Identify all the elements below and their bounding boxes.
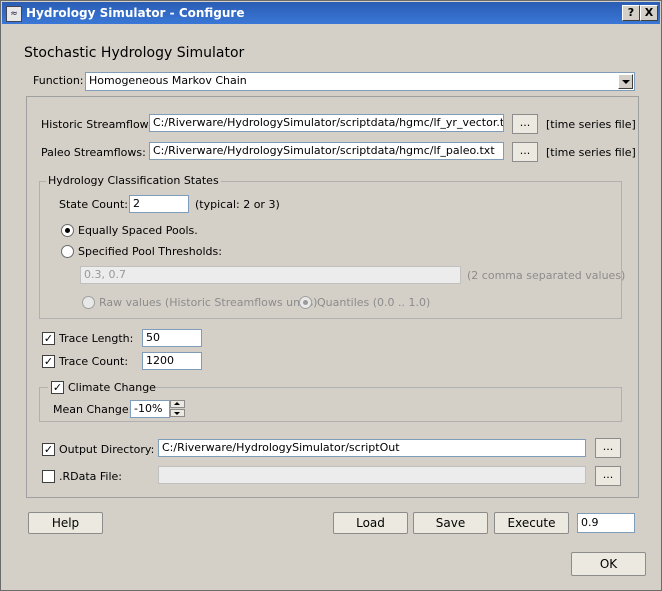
ok-button[interactable]: OK (571, 552, 646, 576)
close-window-button[interactable]: X (640, 5, 658, 21)
output-directory-label: Output Directory: (59, 443, 155, 456)
title-bar[interactable]: ≈ Hydrology Simulator - Configure ? X (2, 2, 660, 24)
help-title-button[interactable]: ? (622, 5, 640, 21)
output-directory-checkbox[interactable]: ✓ (42, 443, 55, 456)
climate-change-checkbox[interactable]: ✓ (51, 381, 64, 394)
mean-change-input[interactable]: -10% (130, 400, 170, 418)
equally-spaced-label: Equally Spaced Pools. (78, 224, 198, 237)
historic-streamflows-input[interactable]: C:/Riverware/HydrologySimulator/scriptda… (149, 114, 504, 132)
historic-hint: [time series file] (546, 118, 636, 131)
specified-thresholds-radio[interactable] (61, 245, 74, 258)
classification-group: Hydrology Classification States State Co… (39, 174, 626, 319)
thresholds-input[interactable]: 0.3, 0.7 (80, 266, 461, 284)
specified-thresholds-label: Specified Pool Thresholds: (78, 245, 222, 258)
classification-group-title: Hydrology Classification States (46, 174, 221, 187)
chevron-down-icon[interactable] (618, 74, 633, 89)
mean-change-label: Mean Change: (53, 403, 133, 416)
trace-length-checkbox[interactable]: ✓ (42, 332, 55, 345)
state-count-input[interactable]: 2 (129, 195, 189, 213)
trace-length-label: Trace Length: (59, 332, 134, 345)
save-button[interactable]: Save (413, 512, 488, 534)
trace-count-checkbox[interactable]: ✓ (42, 355, 55, 368)
equally-spaced-radio[interactable] (61, 224, 74, 237)
function-value: Homogeneous Markov Chain (89, 74, 247, 87)
rdata-label: .RData File: (59, 470, 123, 483)
rdata-browse-button[interactable]: ... (595, 466, 621, 486)
function-select[interactable]: Homogeneous Markov Chain (85, 72, 635, 91)
historic-browse-button[interactable]: ... (512, 114, 538, 134)
thresholds-hint: (2 comma separated values) (467, 269, 626, 282)
quantiles-radio[interactable] (299, 296, 312, 309)
configure-window: ≈ Hydrology Simulator - Configure ? X St… (0, 0, 662, 591)
output-directory-input[interactable]: C:/Riverware/HydrologySimulator/scriptOu… (158, 439, 586, 457)
trace-count-input[interactable]: 1200 (142, 352, 202, 370)
paleo-label: Paleo Streamflows: (41, 146, 146, 159)
page-title: Stochastic Hydrology Simulator (24, 45, 245, 61)
output-directory-browse-button[interactable]: ... (595, 438, 621, 458)
rdata-checkbox[interactable] (42, 470, 55, 483)
state-count-hint: (typical: 2 or 3) (195, 198, 280, 211)
execute-value-input[interactable]: 0.9 (577, 513, 635, 533)
execute-button[interactable]: Execute (494, 512, 569, 534)
trace-length-input[interactable]: 50 (142, 329, 202, 347)
configuration-panel: Historic Streamflows: C:/Riverware/Hydro… (26, 96, 639, 498)
function-label: Function: (33, 74, 84, 87)
mean-change-spinner[interactable] (170, 400, 185, 418)
climate-change-label: Climate Change (68, 381, 156, 394)
climate-change-group: ✓ Climate Change Mean Change: -10% (39, 381, 622, 422)
state-count-label: State Count: (59, 198, 128, 211)
historic-label: Historic Streamflows: (41, 118, 159, 131)
quantiles-label: Quantiles (0.0 .. 1.0) (317, 296, 431, 309)
help-button[interactable]: Help (28, 512, 103, 534)
raw-values-radio[interactable] (82, 296, 95, 309)
paleo-hint: [time series file] (546, 146, 636, 159)
load-button[interactable]: Load (333, 512, 408, 534)
rdata-file-input[interactable] (158, 466, 586, 484)
trace-count-label: Trace Count: (59, 355, 129, 368)
raw-values-label: Raw values (Historic Streamflows units) (99, 296, 318, 309)
window-title: Hydrology Simulator - Configure (26, 6, 245, 20)
paleo-browse-button[interactable]: ... (512, 142, 538, 162)
hydro-app-icon: ≈ (6, 6, 22, 22)
paleo-streamflows-input[interactable]: C:/Riverware/HydrologySimulator/scriptda… (149, 142, 504, 160)
spin-up-icon[interactable] (170, 400, 185, 408)
spin-down-icon[interactable] (170, 409, 185, 417)
